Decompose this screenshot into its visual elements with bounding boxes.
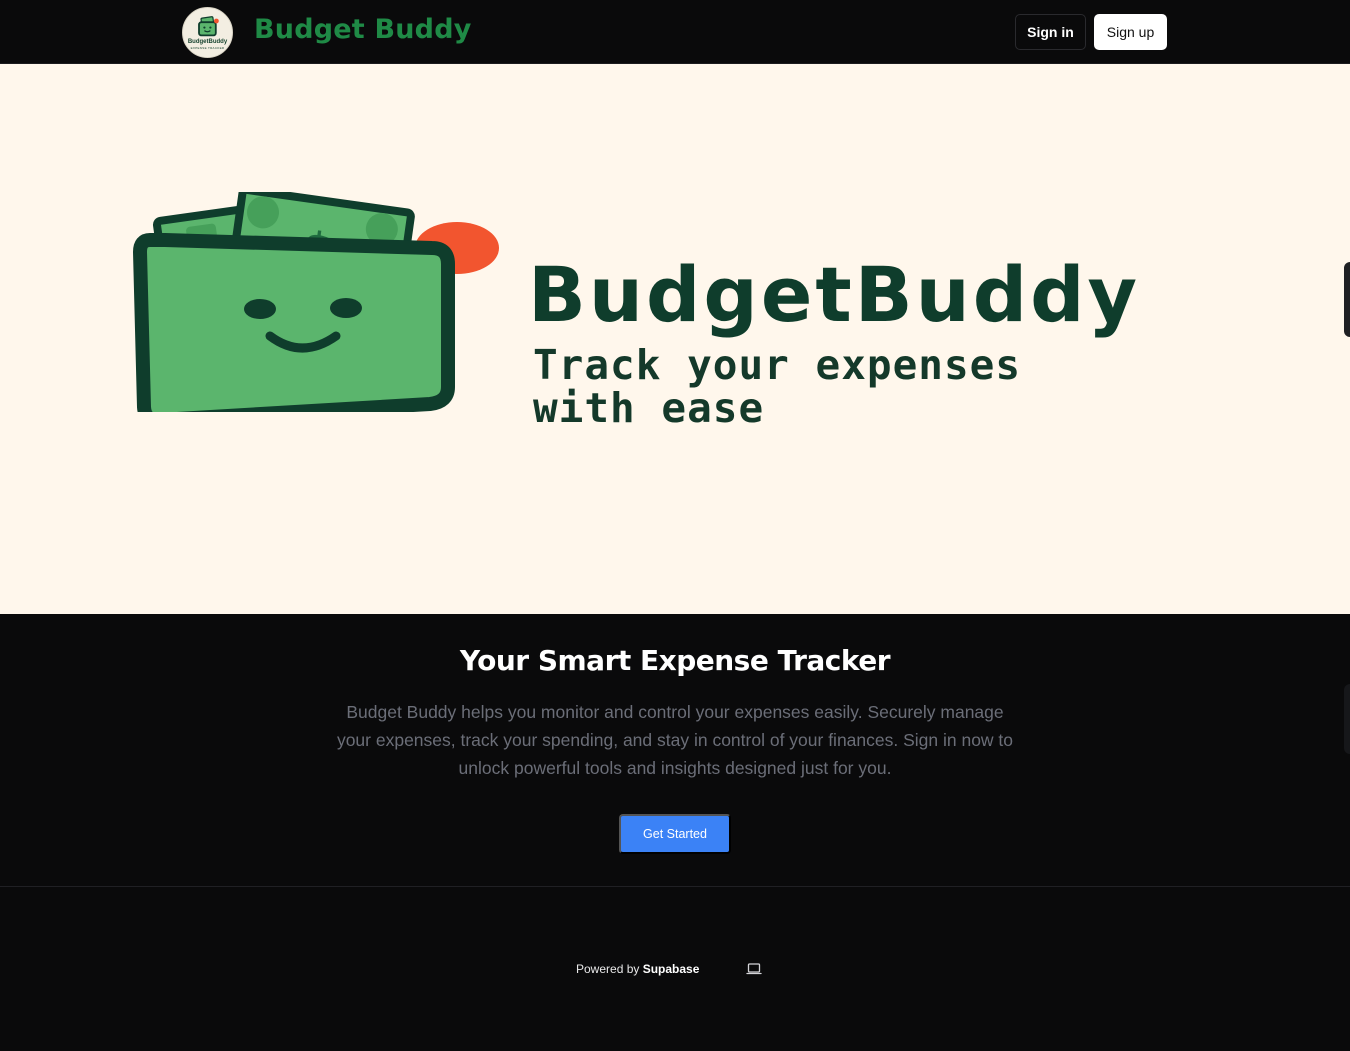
hero-tagline: Track your expenses with ease [533,344,1021,430]
hero-banner: $ BudgetBuddy Track your expenses with e… [0,64,1350,614]
brand-name[interactable]: Budget Buddy [254,14,472,45]
hero-tagline-line2: with ease [533,384,765,432]
logo-badge: BudgetBuddy EXPENSE TRACKER [182,7,233,58]
logo-text: BudgetBuddy [187,39,228,45]
top-navbar: BudgetBuddy EXPENSE TRACKER Budget Buddy… [0,0,1350,64]
section-description: Budget Buddy helps you monitor and contr… [336,702,1014,778]
powered-brand: Supabase [642,962,700,976]
section-title: Your Smart Expense Tracker [459,644,891,677]
powered-by[interactable]: Powered by Supabase [576,962,699,976]
sign-up-button[interactable]: Sign up [1094,14,1167,50]
powered-prefix: Powered by [576,962,640,976]
laptop-icon[interactable] [746,962,762,976]
logo-link[interactable]: BudgetBuddy EXPENSE TRACKER [182,7,233,58]
footer-divider [0,886,1350,887]
hero-tagline-line1: Track your expenses [533,341,1021,389]
logo-subtext: EXPENSE TRACKER [190,46,225,50]
wallet-logo-icon [197,16,219,37]
get-started-button[interactable]: Get Started [619,814,731,854]
sign-in-button[interactable]: Sign in [1015,14,1086,50]
hero-title: BudgetBuddy [528,250,1141,339]
side-tab-lower[interactable] [1344,684,1350,754]
side-tab[interactable] [1344,262,1350,337]
wallet-with-cash-icon: $ [133,192,499,412]
